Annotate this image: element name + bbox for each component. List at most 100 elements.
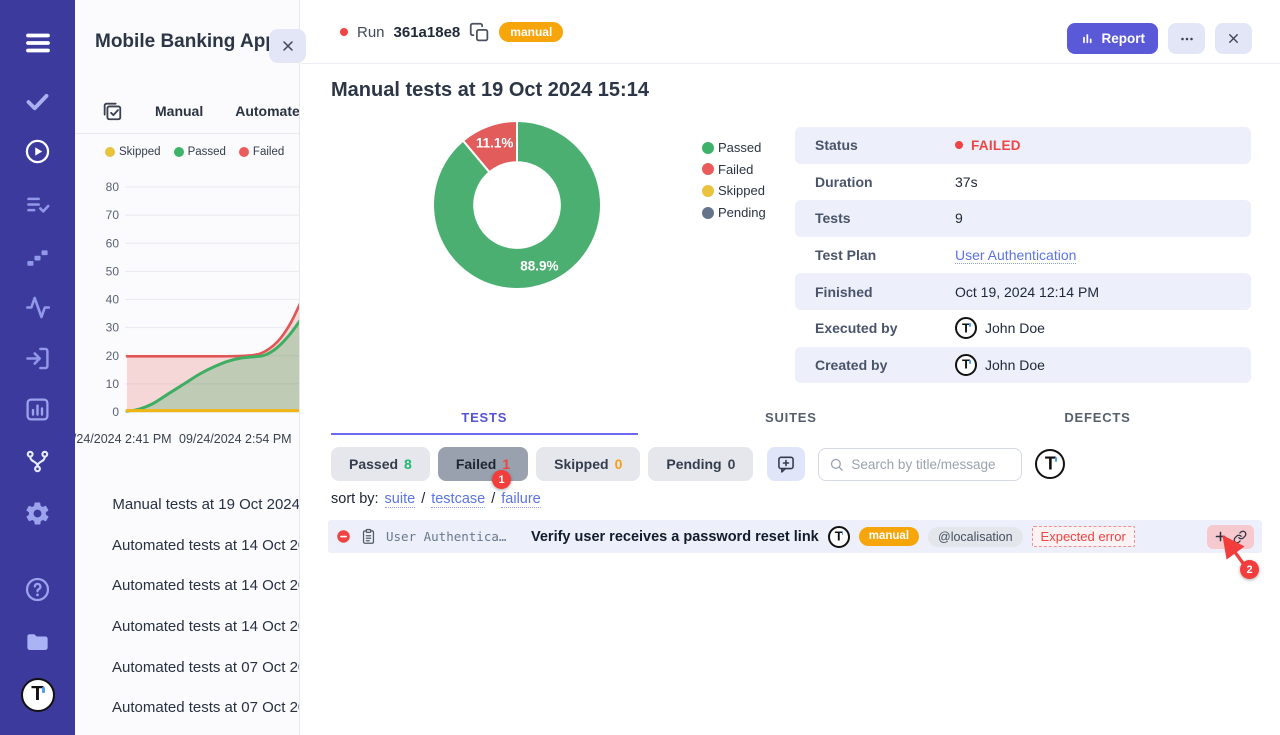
run-item-label: Automated tests at 14 Oct 2024 — [112, 537, 300, 554]
run-list-item[interactable]: Manual tests at 19 Oct 2024 — [75, 484, 300, 525]
legend-item-failed: Failed — [702, 159, 766, 181]
svg-text:40: 40 — [106, 293, 120, 307]
filter-bar: Passed8Failed1Skipped0Pending0 T — [331, 447, 1065, 481]
legend-label: Pending — [718, 205, 766, 220]
filter-passed-button[interactable]: Passed8 — [331, 447, 430, 481]
filter-count: 0 — [615, 456, 623, 472]
play-circle-icon — [24, 138, 51, 165]
test-title[interactable]: Verify user receives a password reset li… — [531, 529, 819, 545]
search-input[interactable] — [851, 457, 1011, 472]
stat-label: Duration — [795, 174, 873, 190]
close-icon — [280, 38, 296, 54]
filter-label: Failed — [456, 456, 496, 472]
suite-name[interactable]: User Authentica… — [386, 529, 522, 544]
run-list-item[interactable]: Automated tests at 07 Oct 2024 — [75, 687, 300, 728]
stat-text: 9 — [955, 210, 963, 226]
svg-text:10: 10 — [106, 377, 120, 391]
run-header: Run 361a18e8 manual Report — [301, 0, 1280, 64]
filter-pending-button[interactable]: Pending0 — [648, 447, 753, 481]
close-run-button[interactable] — [1215, 23, 1252, 54]
activity-icon — [24, 294, 51, 321]
run-list: Manual tests at 19 Oct 2024 Automated tes… — [75, 484, 300, 735]
sort-separator: / — [421, 491, 425, 507]
legend-item-passed: Passed — [702, 137, 766, 159]
result-tabs: TESTSSUITESDEFECTS — [331, 404, 1251, 435]
test-tag[interactable]: @localisation — [928, 527, 1023, 547]
copy-run-id-button[interactable] — [469, 22, 490, 43]
user-name: John Doe — [985, 320, 1045, 336]
stat-row-test-plan: Test PlanUser Authentication — [795, 237, 1251, 274]
sidebar-item-play-circle[interactable] — [0, 138, 75, 165]
svg-text:80: 80 — [106, 180, 120, 194]
user-name: John Doe — [985, 357, 1045, 373]
tab-suites[interactable]: SUITES — [638, 404, 945, 435]
sort-by-failure[interactable]: failure — [501, 491, 541, 508]
sidebar-item-menu[interactable] — [0, 28, 75, 58]
test-type-badge: manual — [859, 527, 919, 546]
tab-defects[interactable]: DEFECTS — [944, 404, 1251, 435]
panel-tab-automated[interactable]: Automated — [235, 103, 300, 119]
stat-row-finished: Finished Oct 19, 2024 12:14 PM — [795, 273, 1251, 310]
more-button[interactable] — [1168, 23, 1205, 54]
run-item-label: Automated tests at 14 Oct 2024 — [112, 577, 300, 594]
sidebar-item-gear[interactable] — [0, 500, 75, 527]
stat-value: Oct 19, 2024 12:14 PM — [955, 284, 1099, 300]
legend-item-failed[interactable]: Failed — [239, 146, 284, 158]
run-id: 361a18e8 — [394, 24, 461, 41]
user-avatar[interactable]: T — [1035, 449, 1065, 479]
stat-value: 9 — [955, 210, 963, 226]
sidebar-item-logo[interactable]: T — [0, 678, 75, 712]
panel-close-button[interactable] — [269, 29, 306, 63]
legend-dot — [702, 207, 714, 219]
sidebar-item-list-check[interactable] — [0, 191, 75, 218]
test-plan-link[interactable]: User Authentication — [955, 247, 1076, 264]
filter-failed-button[interactable]: Failed1 — [438, 447, 528, 481]
legend-item-passed[interactable]: Passed — [174, 146, 226, 158]
steps-icon — [24, 243, 51, 270]
search-box — [818, 448, 1022, 481]
sidebar-item-help[interactable] — [0, 576, 75, 603]
panel-tab-manual[interactable]: Manual — [155, 103, 203, 119]
list-check-icon — [24, 191, 51, 218]
svg-text:30: 30 — [106, 321, 120, 335]
add-comment-button[interactable] — [767, 447, 805, 481]
report-button[interactable]: Report — [1067, 23, 1159, 54]
project-title: Mobile Banking App — [95, 31, 277, 53]
sidebar-item-folder[interactable] — [0, 628, 75, 655]
sort-label: sort by: — [331, 491, 379, 507]
run-header-left: Run 361a18e8 manual — [340, 0, 563, 64]
status-text: FAILED — [971, 138, 1021, 153]
stat-value: FAILED — [955, 138, 1021, 153]
legend-item-skipped[interactable]: Skipped — [105, 146, 161, 158]
filter-count: 8 — [404, 456, 412, 472]
sidebar-item-sign-in[interactable] — [0, 345, 75, 372]
filter-skipped-button[interactable]: Skipped0 — [536, 447, 640, 481]
run-title: Manual tests at 19 Oct 2024 15:14 — [331, 79, 649, 102]
legend-label: Failed — [718, 162, 753, 177]
run-list-item[interactable]: Automated tests at 07 Oct 2024 — [75, 647, 300, 688]
sort-by-suite[interactable]: suite — [385, 491, 416, 508]
stat-label: Status — [795, 137, 858, 153]
stat-row-tests: Tests9 — [795, 200, 1251, 237]
svg-text:60: 60 — [106, 236, 120, 250]
sign-in-icon — [24, 345, 51, 372]
run-list-item[interactable]: Automated tests at 14 Oct 2024 — [75, 606, 300, 647]
sort-bar: sort by:suite/testcase/failure — [331, 491, 541, 508]
annotation-badge-1: 1 — [492, 470, 511, 489]
sidebar-item-git-branch[interactable] — [0, 448, 75, 475]
sidebar-item-activity[interactable] — [0, 294, 75, 321]
sidebar-item-bar-chart[interactable] — [0, 396, 75, 423]
stat-label: Finished — [795, 284, 873, 300]
tab-tests[interactable]: TESTS — [331, 404, 638, 435]
run-status-dot — [340, 28, 348, 36]
status-dot — [955, 141, 963, 149]
svg-text:11.1%: 11.1% — [476, 136, 514, 151]
run-list-item[interactable]: Automated tests at 14 Oct 2024 — [75, 525, 300, 566]
legend-label: Failed — [253, 146, 284, 158]
test-row[interactable]: User Authentica… Verify user receives a … — [328, 520, 1262, 553]
run-list-item[interactable]: Automated tests at 14 Oct 2024 — [75, 565, 300, 606]
sidebar-item-check[interactable] — [0, 88, 75, 115]
sort-by-testcase[interactable]: testcase — [431, 491, 485, 508]
run-item-label: Automated tests at 14 Oct 2024 — [112, 618, 300, 635]
sidebar-item-steps[interactable] — [0, 243, 75, 270]
